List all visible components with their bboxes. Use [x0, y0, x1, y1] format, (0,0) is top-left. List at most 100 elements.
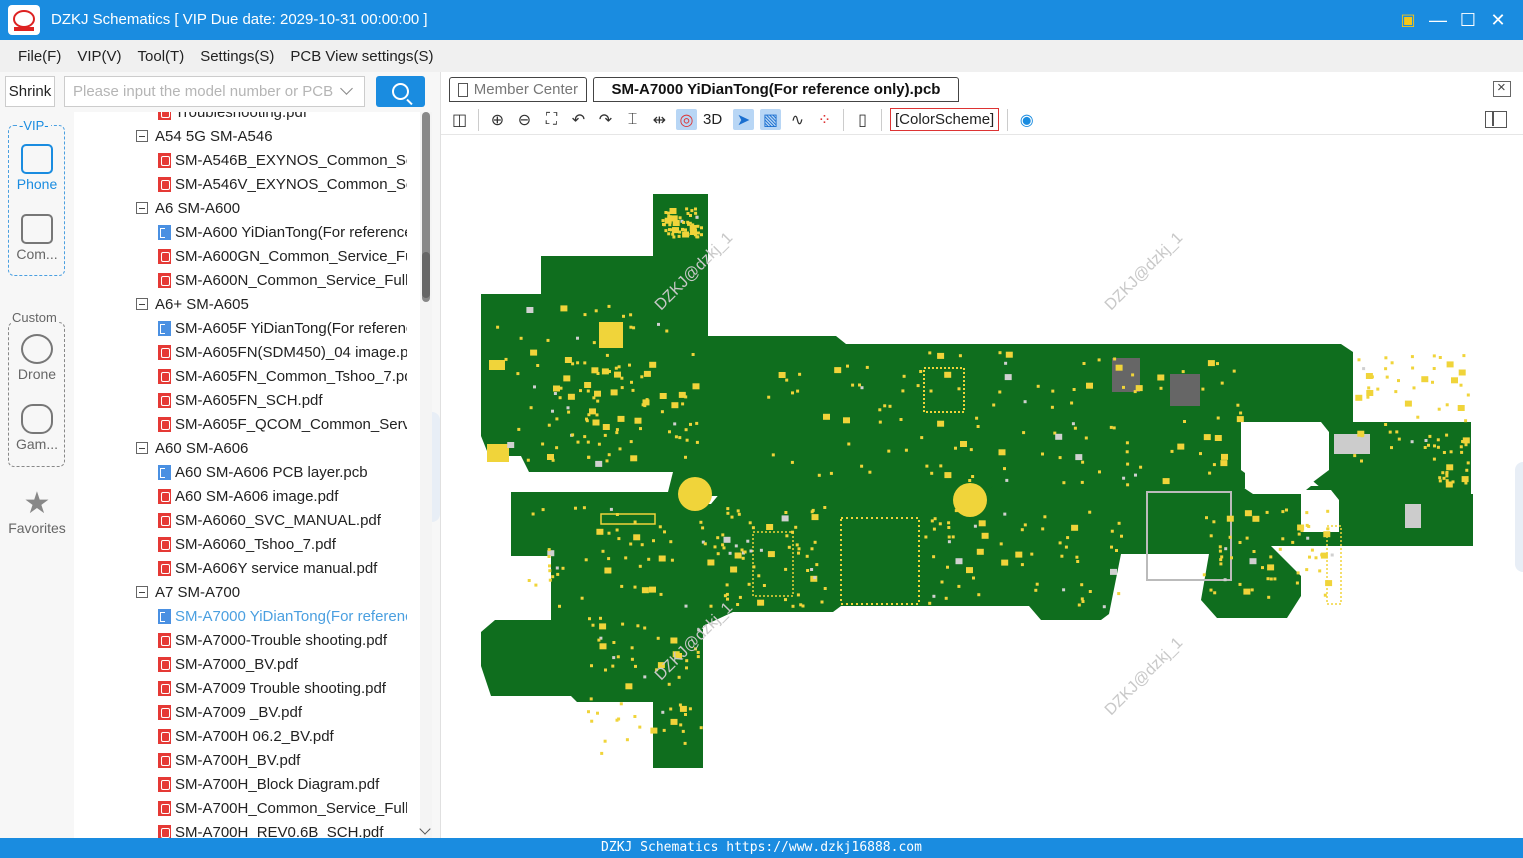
collapse-right-handle[interactable] — [1515, 462, 1523, 572]
trace-icon[interactable]: ∿ — [787, 109, 808, 130]
collapse-toggle-icon[interactable] — [136, 298, 148, 310]
components-icon[interactable]: ⁘ — [814, 109, 835, 130]
pin-icon[interactable]: ➤ — [733, 109, 754, 130]
eye-icon[interactable]: ◉ — [1016, 109, 1037, 130]
smd-pad — [601, 549, 605, 553]
rotate-right-icon[interactable]: ↷ — [595, 109, 616, 130]
color-scheme-button[interactable]: [ColorScheme] — [890, 108, 1000, 131]
tree-file[interactable]: SM-A700H_BV.pdf — [74, 748, 420, 772]
smd-pad — [1030, 552, 1034, 556]
tree-file[interactable]: SM-A606Y service manual.pdf — [74, 556, 420, 580]
tree-file[interactable]: SM-A7000 YiDianTong(For reference — [74, 604, 420, 628]
tree-file[interactable]: SM-A605FN_SCH.pdf — [74, 388, 420, 412]
menu-vip[interactable]: VIP(V) — [77, 48, 121, 65]
mouse-icon[interactable]: ▯ — [852, 109, 873, 130]
smd-pad — [553, 392, 557, 395]
panel-splitter[interactable] — [432, 72, 441, 838]
smd-pad — [617, 365, 621, 369]
tree-file[interactable]: SM-A700H_Block Diagram.pdf — [74, 772, 420, 796]
smd-pad — [674, 435, 678, 439]
smd-pad — [531, 512, 535, 516]
tree-file[interactable]: SM-A700H_REV0.6B_SCH.pdf — [74, 820, 420, 838]
tree-file[interactable]: SM-A546B_EXYNOS_Common_Service — [74, 148, 420, 172]
smd-pad — [679, 723, 683, 727]
pdf-file-icon — [158, 392, 171, 408]
tree-file[interactable]: SM-A6060_SVC_MANUAL.pdf — [74, 508, 420, 532]
tree-group[interactable]: A54 5G SM-A546 — [74, 124, 420, 148]
maximize-button[interactable]: ☐ — [1457, 8, 1479, 32]
vip-icon[interactable]: ▣ — [1397, 8, 1419, 32]
tree-file[interactable]: SM-A7000_BV.pdf — [74, 652, 420, 676]
tree-file[interactable]: SM-A600N_Common_Service_Full_ — [74, 268, 420, 292]
smd-pad — [504, 357, 508, 361]
side-panel-toggle-icon[interactable] — [1485, 111, 1507, 128]
menu-settings[interactable]: Settings(S) — [200, 48, 274, 65]
3d-view-button[interactable]: 3D — [703, 111, 727, 128]
smd-pad — [743, 550, 747, 554]
category-computer[interactable]: Com... — [7, 214, 67, 262]
tree-file[interactable]: Troubleshooting.pdf — [74, 112, 420, 124]
smd-pad — [564, 357, 572, 363]
tree-file[interactable]: SM-A6060_Tshoo_7.pdf — [74, 532, 420, 556]
shrink-button[interactable]: Shrink — [5, 76, 55, 107]
zoom-out-icon[interactable]: ⊖ — [514, 109, 535, 130]
category-phone[interactable]: Phone — [7, 144, 67, 192]
tree-scrollbar[interactable] — [419, 112, 432, 838]
tree-file[interactable]: SM-A546V_EXYNOS_Common_Service — [74, 172, 420, 196]
search-button[interactable] — [376, 76, 425, 107]
tree-file[interactable]: SM-A7009 Trouble shooting.pdf — [74, 676, 420, 700]
tree-file[interactable]: A60 SM-A606 PCB layer.pcb — [74, 460, 420, 484]
collapse-toggle-icon[interactable] — [136, 130, 148, 142]
tree-file[interactable]: SM-A605FN(SDM450)_04 image.pdf — [74, 340, 420, 364]
tree-file[interactable]: SM-A605F YiDianTong(For reference — [74, 316, 420, 340]
close-button[interactable]: ✕ — [1487, 8, 1509, 32]
smd-pad — [785, 534, 789, 538]
smd-pad — [669, 208, 677, 214]
collapse-toggle-icon[interactable] — [136, 202, 148, 214]
layer-icon[interactable]: ▧ — [760, 109, 781, 130]
brush-icon[interactable]: ⌶ — [622, 109, 643, 130]
tree-file[interactable]: SM-A600 YiDianTong(For reference — [74, 220, 420, 244]
category-drone[interactable]: Drone — [7, 334, 67, 382]
tree-group[interactable]: A6 SM-A600 — [74, 196, 420, 220]
close-all-tabs-icon[interactable] — [1493, 79, 1511, 97]
category-game[interactable]: Gam... — [7, 404, 67, 452]
tree-file[interactable]: SM-A600GN_Common_Service_Full — [74, 244, 420, 268]
tree-file[interactable]: SM-A7000-Trouble shooting.pdf — [74, 628, 420, 652]
split-view-icon[interactable]: ◫ — [449, 109, 470, 130]
smd-pad — [681, 729, 685, 733]
smd-pad — [1390, 446, 1393, 450]
collapse-left-handle[interactable] — [432, 412, 440, 522]
mirror-icon[interactable]: ⇹ — [649, 109, 670, 130]
collapse-toggle-icon[interactable] — [136, 586, 148, 598]
tab-active-pcb[interactable]: SM-A7000 YiDianTong(For reference only).… — [593, 77, 959, 102]
tree-group[interactable]: A60 SM-A606 — [74, 436, 420, 460]
tree-file[interactable]: A60 SM-A606 image.pdf — [74, 484, 420, 508]
smd-pad — [1366, 395, 1370, 399]
minimize-button[interactable]: — — [1427, 8, 1449, 32]
fit-view-icon[interactable]: ⛶ — [541, 109, 562, 130]
smd-pad — [631, 388, 635, 392]
tree-group[interactable]: A6+ SM-A605 — [74, 292, 420, 316]
tree-file[interactable]: SM-A700H 06.2_BV.pdf — [74, 724, 420, 748]
tree-file[interactable]: SM-A7009 _BV.pdf — [74, 700, 420, 724]
smd-pad — [1281, 537, 1285, 541]
smd-pad — [790, 460, 794, 464]
menu-tool[interactable]: Tool(T) — [138, 48, 185, 65]
rotate-left-icon[interactable]: ↶ — [568, 109, 589, 130]
menu-file[interactable]: File(F) — [18, 48, 61, 65]
highlight-net-icon[interactable]: ◎ — [676, 109, 697, 130]
menu-pcb-view-settings[interactable]: PCB View settings(S) — [290, 48, 433, 65]
search-input[interactable] — [64, 76, 365, 107]
collapse-toggle-icon[interactable] — [136, 442, 148, 454]
zoom-in-icon[interactable]: ⊕ — [487, 109, 508, 130]
tab-member-center[interactable]: Member Center — [449, 77, 587, 102]
category-favorites[interactable]: ★ Favorites — [7, 489, 67, 537]
scroll-down-icon[interactable] — [419, 823, 431, 835]
tree-group[interactable]: A7 SM-A700 — [74, 580, 420, 604]
tree-file[interactable]: SM-A605F_QCOM_Common_Service — [74, 412, 420, 436]
tree-file[interactable]: SM-A605FN_Common_Tshoo_7.pdf — [74, 364, 420, 388]
pcb-canvas[interactable]: DZKJ@dzkj_1 DZKJ@dzkj_1DZKJ@dzkj_1 DZKJ@dz… — [441, 136, 1523, 838]
scrollbar-thumb[interactable] — [422, 252, 430, 298]
tree-file[interactable]: SM-A700H_Common_Service_Full_ — [74, 796, 420, 820]
